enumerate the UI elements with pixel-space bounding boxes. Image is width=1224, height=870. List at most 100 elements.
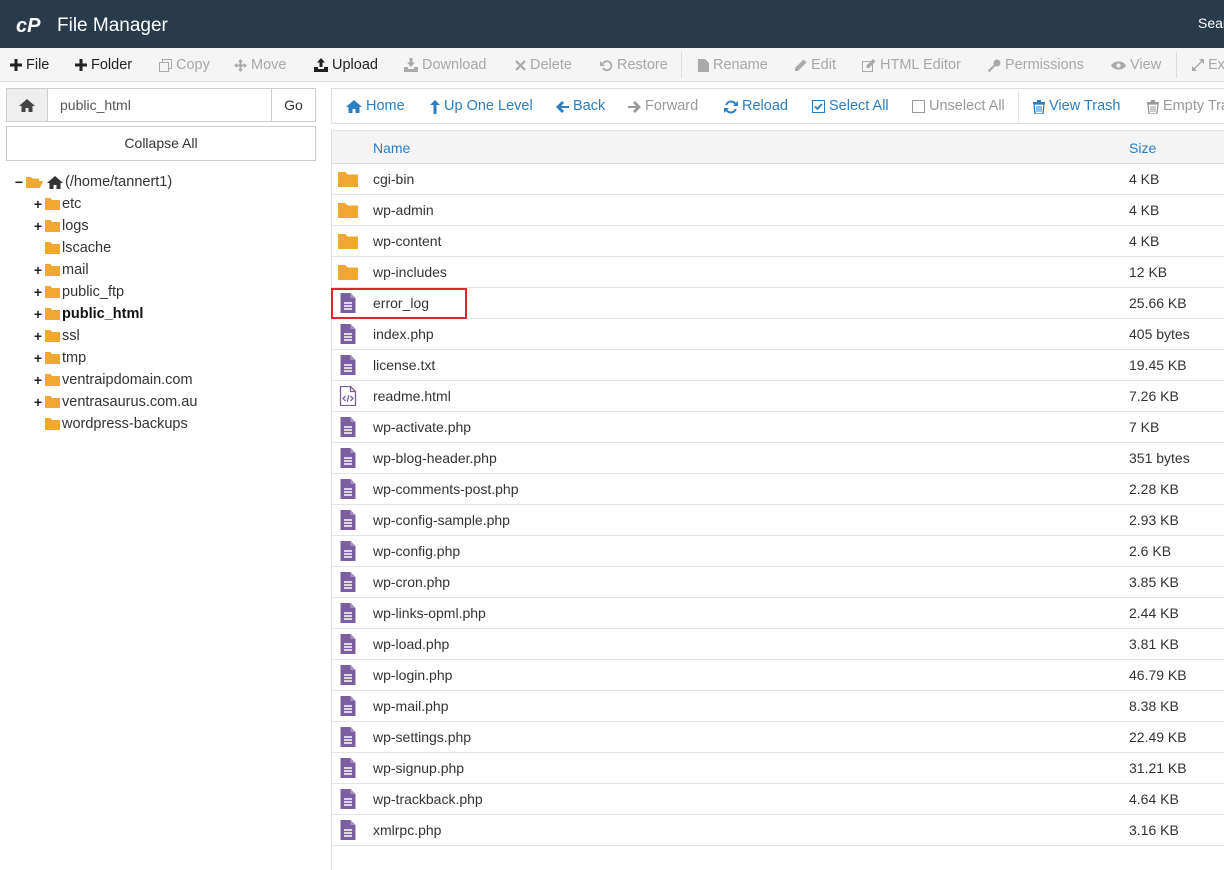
file-size: 4 KB xyxy=(1129,171,1160,187)
folder-icon xyxy=(338,200,358,220)
table-row[interactable]: wp-content 4 KB xyxy=(332,226,1224,257)
file-table: Name Size cgi-bin 4 KB wp-admin 4 KB wp-cont… xyxy=(331,130,1224,870)
extract-button[interactable]: Ex xyxy=(1192,48,1224,82)
file-icon xyxy=(698,58,709,72)
path-home-button[interactable] xyxy=(7,89,48,121)
expand-toggle[interactable]: + xyxy=(33,326,43,346)
trash-icon xyxy=(1147,99,1159,114)
file-name: wp-links-opml.php xyxy=(373,605,486,621)
file-icon xyxy=(338,603,358,623)
table-row[interactable]: wp-signup.php 31.21 KB xyxy=(332,753,1224,784)
upload-button[interactable]: Upload xyxy=(314,48,378,82)
reload-button[interactable]: Reload xyxy=(724,89,788,124)
tree-item[interactable]: + logs xyxy=(33,216,89,236)
permissions-button[interactable]: Permissions xyxy=(988,48,1084,82)
table-row[interactable]: xmlrpc.php 3.16 KB xyxy=(332,815,1224,846)
table-row[interactable]: wp-config-sample.php 2.93 KB xyxy=(332,505,1224,536)
up-one-level-button[interactable]: Up One Level xyxy=(430,89,533,124)
back-button[interactable]: Back xyxy=(556,89,605,124)
table-row[interactable]: error_log 25.66 KB xyxy=(332,288,1224,319)
tree-item[interactable]: + public_ftp xyxy=(33,282,124,302)
home-label: Home xyxy=(366,98,405,114)
html-editor-label: HTML Editor xyxy=(880,56,961,73)
tree-item[interactable]: + ssl xyxy=(33,326,80,346)
download-button[interactable]: Download xyxy=(404,48,487,82)
column-header-name[interactable]: Name xyxy=(373,140,410,156)
expand-toggle[interactable]: + xyxy=(33,392,43,412)
rename-button[interactable]: Rename xyxy=(698,48,768,82)
expand-icon xyxy=(1192,59,1204,71)
go-button[interactable]: Go xyxy=(271,89,315,121)
table-row[interactable]: cgi-bin 4 KB xyxy=(332,164,1224,195)
cpanel-logo-icon[interactable]: cP xyxy=(16,14,48,36)
expand-toggle[interactable]: + xyxy=(33,194,43,214)
copy-button[interactable]: Copy xyxy=(159,48,210,82)
expand-toggle[interactable]: + xyxy=(33,216,43,236)
forward-button[interactable]: Forward xyxy=(628,89,698,124)
search-label[interactable]: Sear xyxy=(1198,15,1224,31)
table-row[interactable]: wp-cron.php 3.85 KB xyxy=(332,567,1224,598)
tree-item[interactable]: + etc xyxy=(33,194,81,214)
tree-item[interactable]: wordpress-backups xyxy=(33,414,188,434)
table-row[interactable]: license.txt 19.45 KB xyxy=(332,350,1224,381)
file-size: 7.26 KB xyxy=(1129,388,1179,404)
pencil-icon xyxy=(795,59,807,71)
tree-item[interactable]: lscache xyxy=(33,238,111,258)
file-size: 2.44 KB xyxy=(1129,605,1179,621)
unselect-all-button[interactable]: Unselect All xyxy=(912,89,1005,124)
expand-toggle[interactable]: + xyxy=(33,304,43,324)
delete-button[interactable]: Delete xyxy=(515,48,572,82)
file-icon xyxy=(338,324,358,344)
table-row[interactable]: readme.html 7.26 KB xyxy=(332,381,1224,412)
table-row[interactable]: wp-activate.php 7 KB xyxy=(332,412,1224,443)
home-button[interactable]: Home xyxy=(346,89,405,124)
file-name: readme.html xyxy=(373,388,451,404)
table-row[interactable]: wp-admin 4 KB xyxy=(332,195,1224,226)
table-row[interactable]: wp-comments-post.php 2.28 KB xyxy=(332,474,1224,505)
move-button[interactable]: Move xyxy=(234,48,286,82)
column-header-size[interactable]: Size xyxy=(1129,140,1156,156)
table-row[interactable]: wp-trackback.php 4.64 KB xyxy=(332,784,1224,815)
expand-toggle[interactable]: + xyxy=(33,260,43,280)
collapse-toggle[interactable]: − xyxy=(14,172,24,192)
edit-button[interactable]: Edit xyxy=(794,48,836,82)
path-input[interactable] xyxy=(48,89,271,121)
table-row[interactable]: wp-links-opml.php 2.44 KB xyxy=(332,598,1224,629)
tree-item[interactable]: + ventraipdomain.com xyxy=(33,370,193,390)
select-all-button[interactable]: Select All xyxy=(812,89,889,124)
expand-toggle[interactable]: + xyxy=(33,370,43,390)
collapse-all-button[interactable]: Collapse All xyxy=(6,126,316,161)
checkbox-empty-icon xyxy=(912,100,925,113)
file-name: wp-config-sample.php xyxy=(373,512,510,528)
tree-root[interactable]: − (/home/tannert1) xyxy=(14,172,172,192)
expand-toggle[interactable]: + xyxy=(33,348,43,368)
table-row[interactable]: wp-config.php 2.6 KB xyxy=(332,536,1224,567)
table-row[interactable]: wp-blog-header.php 351 bytes xyxy=(332,443,1224,474)
table-row[interactable]: wp-login.php 46.79 KB xyxy=(332,660,1224,691)
new-folder-button[interactable]: Folder xyxy=(75,48,132,82)
file-icon xyxy=(338,355,358,375)
table-row[interactable]: index.php 405 bytes xyxy=(332,319,1224,350)
folder-icon xyxy=(45,418,60,430)
expand-toggle[interactable]: + xyxy=(33,282,43,302)
table-row[interactable]: wp-includes 12 KB xyxy=(332,257,1224,288)
tree-item[interactable]: + ventrasaurus.com.au xyxy=(33,392,198,412)
file-size: 4 KB xyxy=(1129,202,1160,218)
empty-trash-button[interactable]: Empty Tra xyxy=(1147,89,1224,124)
table-row[interactable]: wp-load.php 3.81 KB xyxy=(332,629,1224,660)
view-button[interactable]: View xyxy=(1111,48,1161,82)
table-row[interactable]: wp-mail.php 8.38 KB xyxy=(332,691,1224,722)
restore-button[interactable]: Restore xyxy=(600,48,668,82)
tree-item-label: ssl xyxy=(62,328,80,344)
tree-item-selected[interactable]: + public_html xyxy=(33,304,143,324)
html-editor-button[interactable]: HTML Editor xyxy=(862,48,961,82)
file-size: 2.6 KB xyxy=(1129,543,1172,559)
tree-item-label: logs xyxy=(62,218,89,234)
table-row[interactable]: wp-settings.php 22.49 KB xyxy=(332,722,1224,753)
back-label: Back xyxy=(573,98,606,114)
new-file-button[interactable]: File xyxy=(10,48,49,82)
tree-item[interactable]: + tmp xyxy=(33,348,86,368)
file-size: 8.38 KB xyxy=(1129,698,1179,714)
tree-item[interactable]: + mail xyxy=(33,260,89,280)
view-trash-button[interactable]: View Trash xyxy=(1033,89,1120,124)
